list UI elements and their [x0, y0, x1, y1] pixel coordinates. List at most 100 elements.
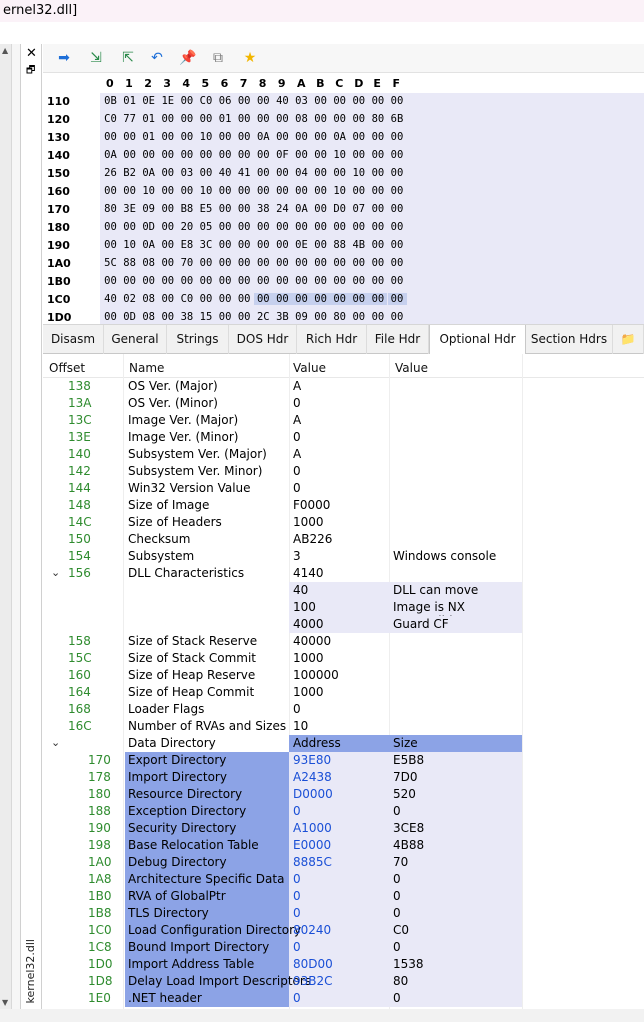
hex-byte[interactable]: 00: [368, 95, 387, 107]
hex-byte[interactable]: 10: [120, 239, 139, 251]
hex-byte[interactable]: 80: [101, 203, 120, 215]
hex-byte[interactable]: 00: [254, 149, 273, 161]
hex-byte[interactable]: 00: [349, 113, 368, 125]
hex-byte[interactable]: 00: [388, 185, 407, 197]
hex-byte[interactable]: 00: [292, 185, 311, 197]
table-row[interactable]: ⌄ 156 DLL Characteristics 4140: [43, 565, 644, 582]
hex-row[interactable]: 160 00 00 10 00 00 10 00 00 00 00 00 00 10 00 00 00: [43, 183, 644, 200]
hex-byte[interactable]: 00: [292, 257, 311, 269]
chevron-down-icon[interactable]: ⌄: [51, 566, 60, 579]
data-directory-entry[interactable]: 188 Exception Directory 0 0: [43, 803, 644, 820]
data-directory-entry[interactable]: 198 Base Relocation Table E0000 4B88: [43, 837, 644, 854]
hex-byte[interactable]: 00: [235, 311, 254, 323]
hex-byte[interactable]: 00: [235, 221, 254, 233]
hex-byte[interactable]: 07: [349, 203, 368, 215]
hex-byte[interactable]: 00: [216, 239, 235, 251]
hex-byte[interactable]: 00: [216, 203, 235, 215]
hex-byte[interactable]: 00: [387, 293, 407, 305]
table-row[interactable]: 144 Win32 Version Value 0: [43, 480, 644, 497]
hex-byte[interactable]: 40: [273, 95, 292, 107]
data-directory-entry[interactable]: 1C0 Load Configuration Directory 80240 C0: [43, 922, 644, 939]
hex-byte[interactable]: 26: [101, 167, 120, 179]
hex-byte[interactable]: 00: [273, 221, 292, 233]
hex-byte[interactable]: 00: [158, 239, 177, 251]
tab-strings[interactable]: Strings: [167, 325, 229, 354]
close-icon[interactable]: ✕: [26, 46, 37, 61]
column-value[interactable]: Value: [293, 361, 326, 375]
hex-byte[interactable]: 00: [273, 167, 292, 179]
hex-byte[interactable]: 00: [368, 311, 387, 323]
hex-byte[interactable]: 0F: [273, 149, 292, 161]
scroll-down-arrow-icon[interactable]: ▼: [2, 998, 8, 1007]
hex-byte[interactable]: 00: [158, 167, 177, 179]
entry-address[interactable]: 0: [293, 991, 301, 1005]
hex-byte[interactable]: C0: [101, 113, 120, 125]
hex-byte[interactable]: 00: [368, 185, 387, 197]
hex-byte[interactable]: 88: [330, 239, 349, 251]
entry-address[interactable]: 0: [293, 889, 301, 903]
export-icon[interactable]: ⇱: [117, 48, 139, 68]
entry-address[interactable]: 0: [293, 872, 301, 886]
hex-byte[interactable]: 77: [120, 113, 139, 125]
hex-byte[interactable]: 00: [120, 275, 139, 287]
hex-byte[interactable]: C0: [177, 293, 196, 305]
data-directory-entry[interactable]: 180 Resource Directory D0000 520: [43, 786, 644, 803]
hex-byte[interactable]: 00: [349, 257, 368, 269]
copy-icon[interactable]: ⧉: [207, 48, 229, 68]
entry-address[interactable]: 80D00: [293, 957, 333, 971]
hex-byte[interactable]: 00: [349, 275, 368, 287]
hex-byte[interactable]: 00: [272, 293, 292, 305]
hex-byte[interactable]: 00: [120, 185, 139, 197]
table-row[interactable]: 150 Checksum AB226: [43, 531, 644, 548]
hex-byte[interactable]: 6B: [388, 113, 407, 125]
hex-byte[interactable]: 00: [254, 167, 273, 179]
hex-byte[interactable]: 00: [101, 239, 120, 251]
tab-dos-hdr[interactable]: DOS Hdr: [229, 325, 297, 354]
hex-byte[interactable]: 00: [139, 149, 158, 161]
hex-byte[interactable]: 15: [197, 311, 216, 323]
data-directory-entry[interactable]: 170 Export Directory 93E80 E5B8: [43, 752, 644, 769]
vertical-scrollbar[interactable]: ▲ ▼: [0, 44, 12, 1009]
hex-byte[interactable]: 00: [311, 95, 330, 107]
hex-byte[interactable]: 00: [254, 239, 273, 251]
hex-byte[interactable]: 01: [139, 113, 158, 125]
data-directory-entry[interactable]: 1A8 Architecture Specific Data 0 0: [43, 871, 644, 888]
hex-byte[interactable]: 40: [101, 293, 120, 305]
hex-byte[interactable]: 00: [349, 185, 368, 197]
hex-byte[interactable]: 00: [235, 293, 254, 305]
hex-byte[interactable]: 08: [292, 113, 311, 125]
hex-byte[interactable]: 04: [292, 167, 311, 179]
chevron-down-icon[interactable]: ⌄: [51, 736, 60, 749]
pin-icon[interactable]: 📌: [177, 48, 199, 68]
hex-view[interactable]: 0 1 2 3 4 5 6 7 8 9 A B C D E F 110 0B 01 0E 1E 00 C0 06 00 00 40 0…: [43, 73, 644, 324]
hex-byte[interactable]: 00: [253, 293, 273, 305]
hex-byte[interactable]: 00: [254, 221, 273, 233]
hex-byte[interactable]: B2: [120, 167, 139, 179]
hex-row[interactable]: 1C0 40 02 08 00 C0 00 00 00 00 00 00 00 00 00 00 00: [43, 291, 644, 308]
hex-byte[interactable]: 00: [235, 131, 254, 143]
hex-byte[interactable]: 00: [273, 113, 292, 125]
hex-byte[interactable]: 00: [197, 149, 216, 161]
hex-byte[interactable]: 0D: [139, 221, 158, 233]
hex-byte[interactable]: 40: [216, 167, 235, 179]
hex-byte[interactable]: 00: [292, 131, 311, 143]
table-row[interactable]: 14C Size of Headers 1000: [43, 514, 644, 531]
hex-byte[interactable]: 00: [388, 257, 407, 269]
data-directory-entry[interactable]: 1B0 RVA of GlobalPtr 0 0: [43, 888, 644, 905]
hex-byte[interactable]: 00: [120, 149, 139, 161]
tab-rich-hdr[interactable]: Rich Hdr: [297, 325, 367, 354]
hex-byte[interactable]: 00: [368, 149, 387, 161]
hex-byte[interactable]: 4B: [349, 239, 368, 251]
hex-byte[interactable]: 00: [197, 257, 216, 269]
hex-byte[interactable]: 00: [254, 113, 273, 125]
hex-byte[interactable]: 00: [330, 257, 349, 269]
hex-byte[interactable]: 00: [216, 131, 235, 143]
table-row[interactable]: 15C Size of Stack Commit 1000: [43, 650, 644, 667]
table-row[interactable]: 160 Size of Heap Reserve 100000: [43, 667, 644, 684]
hex-byte[interactable]: 00: [273, 257, 292, 269]
entry-address[interactable]: 0: [293, 804, 301, 818]
hex-byte[interactable]: 00: [388, 275, 407, 287]
hex-byte[interactable]: 08: [139, 293, 158, 305]
table-row[interactable]: 164 Size of Heap Commit 1000: [43, 684, 644, 701]
hex-byte[interactable]: 0A: [254, 131, 273, 143]
